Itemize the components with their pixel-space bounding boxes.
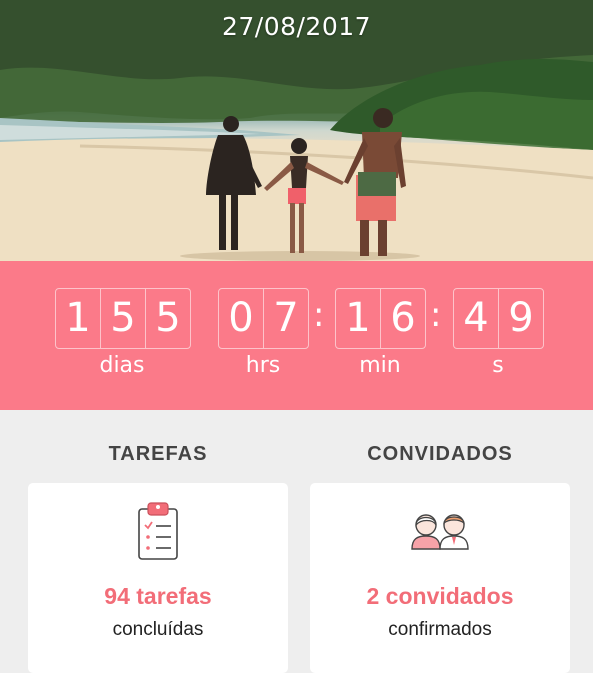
minutes-digits: 1 6	[335, 288, 426, 349]
minutes-digit: 1	[336, 289, 381, 348]
days-digit: 5	[101, 289, 146, 348]
time-separator: :	[430, 295, 442, 335]
seconds-digits: 4 9	[453, 288, 544, 349]
seconds-digit: 9	[508, 295, 534, 341]
seconds-label: s	[492, 353, 504, 378]
guests-title: CONVIDADOS	[367, 443, 513, 465]
hours-digits: 0 7	[218, 288, 309, 349]
time-separator: :	[313, 295, 325, 335]
couple-icon	[409, 511, 471, 555]
event-date: 27/08/2017	[221, 12, 372, 41]
tasks-status: concluídas	[112, 619, 204, 640]
days-label: dias	[99, 353, 145, 378]
guests-status: confirmados	[388, 619, 492, 640]
days-digit: 5	[155, 295, 181, 341]
days-digits: 1 5 5	[55, 288, 191, 349]
tasks-title: TAREFAS	[108, 443, 208, 465]
tasks-card[interactable]: 94 tarefas concluídas	[28, 483, 288, 673]
guests-count: 2 convidados	[366, 583, 514, 609]
seconds-digit: 4	[454, 289, 499, 348]
days-digit: 1	[56, 289, 101, 348]
hero-photo: 27/08/2017	[0, 0, 593, 261]
minutes-digit: 6	[390, 295, 416, 341]
tasks-count: 94 tarefas	[104, 583, 212, 609]
hours-label: hrs	[245, 353, 281, 378]
hours-digit: 7	[273, 295, 299, 341]
guests-card[interactable]: 2 convidados confirmados	[310, 483, 570, 673]
minutes-label: min	[359, 353, 401, 378]
hours-digit: 0	[219, 289, 264, 348]
countdown-panel: 1 5 5 0 7 : 1 6 : 4 9 dias hrs min s	[0, 261, 593, 410]
clipboard-checklist-icon	[136, 501, 180, 565]
